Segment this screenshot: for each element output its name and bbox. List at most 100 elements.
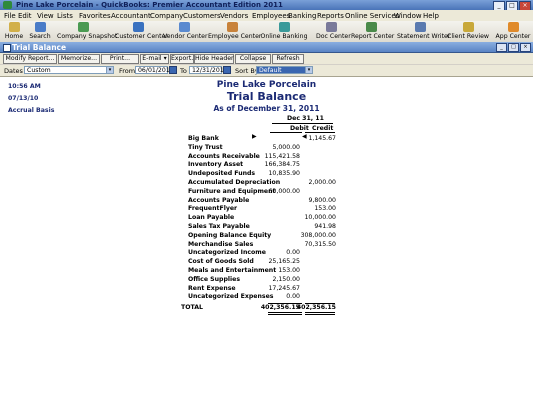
report-minimize-button[interactable]: _ bbox=[496, 43, 507, 52]
report-icon bbox=[3, 44, 11, 52]
menu-window[interactable]: Window bbox=[394, 12, 422, 20]
menu-reports[interactable]: Reports bbox=[317, 12, 344, 20]
report-button-6[interactable]: Collapse bbox=[235, 54, 271, 64]
toolbar-label: Search bbox=[29, 33, 51, 40]
menu-favorites[interactable]: Favorites bbox=[79, 12, 111, 20]
menu-company[interactable]: Company bbox=[150, 12, 183, 20]
toolbar-label: Client Review bbox=[447, 33, 489, 40]
company-name: Pine Lake Porcelain bbox=[216, 80, 317, 90]
to-calendar-icon[interactable] bbox=[223, 66, 231, 74]
report-close-button[interactable]: × bbox=[520, 43, 531, 52]
toolbar-home-button[interactable]: Home bbox=[4, 22, 24, 40]
toolbar-label: Doc Center bbox=[316, 33, 351, 40]
menu-customers[interactable]: Customers bbox=[183, 12, 221, 20]
toolbar-app-center-button[interactable]: App Center bbox=[495, 22, 531, 40]
toolbar-label: Vendor Center bbox=[163, 33, 208, 40]
report-window-titlebar: Trial Balance _ □ × bbox=[0, 42, 533, 53]
report-icon bbox=[365, 22, 377, 32]
account-name: Rent Expense bbox=[188, 284, 236, 292]
account-name: Inventory Asset bbox=[188, 161, 244, 169]
icon-toolbar: Home Search Company Snapshot Customer Cente… bbox=[0, 21, 533, 43]
menu-employees[interactable]: Employees bbox=[252, 12, 290, 20]
menu-edit[interactable]: Edit bbox=[18, 12, 32, 20]
to-date-field[interactable]: 12/31/2011 bbox=[189, 66, 228, 74]
menu-help[interactable]: Help bbox=[423, 12, 439, 20]
report-button-bar: Modify Report... Memorize... Print... E-mai… bbox=[0, 53, 533, 64]
menu-view[interactable]: View bbox=[37, 12, 54, 20]
credit-header: Credit bbox=[312, 125, 334, 132]
sort-dropdown-icon[interactable]: ▾ bbox=[305, 66, 313, 74]
from-calendar-icon[interactable] bbox=[169, 66, 177, 74]
report-button-2[interactable]: Print... bbox=[101, 54, 139, 64]
report-button-5[interactable]: Hide Header bbox=[194, 54, 234, 64]
debit-value: 153.00 bbox=[278, 267, 300, 274]
report-button-0[interactable]: Modify Report... bbox=[3, 54, 57, 64]
quickbooks-icon bbox=[3, 1, 12, 9]
account-name: Big Bank bbox=[188, 135, 219, 142]
to-label: To bbox=[180, 67, 187, 75]
toolbar-search-button[interactable]: Search bbox=[28, 22, 52, 40]
report-button-1[interactable]: Memorize... bbox=[58, 54, 100, 64]
report-maximize-button[interactable]: □ bbox=[508, 43, 519, 52]
customer-icon bbox=[132, 22, 144, 32]
review-icon bbox=[462, 22, 474, 32]
toolbar-label: Company Snapshot bbox=[57, 33, 118, 40]
credit-value: 153.00 bbox=[314, 205, 336, 213]
debit-value: 166,384.75 bbox=[264, 161, 300, 169]
toolbar-label: Online Banking bbox=[260, 33, 308, 40]
from-date-field[interactable]: 06/01/2010 bbox=[135, 66, 174, 74]
dates-dropdown-icon[interactable]: ▾ bbox=[106, 66, 114, 74]
account-name: Cost of Goods Sold bbox=[188, 258, 254, 266]
credit-value: 941.98 bbox=[314, 223, 336, 230]
column-resize-left-arrow-icon[interactable]: ◀ bbox=[302, 133, 307, 140]
credit-value: 70,315.50 bbox=[304, 240, 337, 248]
toolbar-statement-writer-button[interactable]: Statement Writer bbox=[397, 22, 451, 40]
account-name: Sales Tax Payable bbox=[188, 223, 250, 230]
debit-value: 115,421.58 bbox=[264, 152, 300, 160]
period-header: Dec 31, 11 bbox=[287, 115, 324, 122]
toolbar-label: Statement Writer bbox=[397, 33, 451, 40]
account-name: Loan Payable bbox=[188, 214, 235, 222]
debit-value: 0.00 bbox=[286, 293, 300, 301]
account-name: Merchandise Sales bbox=[188, 240, 254, 248]
toolbar-employee-center-button[interactable]: Employee Center bbox=[208, 22, 261, 40]
column-resize-right-arrow-icon[interactable]: ▶ bbox=[252, 133, 257, 140]
debit-value: 5,000.00 bbox=[272, 143, 300, 151]
toolbar-online-banking-button[interactable]: Online Banking bbox=[260, 22, 308, 40]
toolbar-company-snapshot-button[interactable]: Company Snapshot bbox=[57, 22, 118, 40]
toolbar-doc-center-button[interactable]: Doc Center bbox=[316, 22, 351, 40]
report-button-3[interactable]: E-mail ▾ bbox=[140, 54, 169, 64]
credit-value: 308,000.00 bbox=[300, 231, 336, 239]
menu-banking[interactable]: Banking bbox=[288, 12, 316, 20]
window-title: Pine Lake Porcelain - QuickBooks: Premie… bbox=[16, 1, 283, 9]
report-body: 10:56 AM 07/13/10 Accrual Basis Pine Lak… bbox=[0, 77, 533, 400]
window-titlebar: Pine Lake Porcelain - QuickBooks: Premie… bbox=[0, 0, 533, 11]
debit-value: 25,165.25 bbox=[268, 258, 301, 266]
dates-select[interactable]: Custom bbox=[24, 66, 114, 74]
account-name: Opening Balance Equity bbox=[188, 231, 272, 239]
toolbar-report-center-button[interactable]: Report Center bbox=[351, 22, 394, 40]
vendor-icon bbox=[179, 22, 190, 32]
menu-vendors[interactable]: Vendors bbox=[220, 12, 248, 20]
employee-icon bbox=[226, 22, 238, 32]
report-button-4[interactable]: Export... bbox=[170, 54, 197, 64]
account-name: Undeposited Funds bbox=[188, 170, 256, 178]
debit-value: 17,245.67 bbox=[268, 284, 301, 292]
toolbar-client-review-button[interactable]: Client Review bbox=[446, 22, 490, 40]
report-subtitle: As of December 31, 2011 bbox=[213, 104, 320, 113]
menu-file[interactable]: File bbox=[4, 12, 16, 20]
account-name: Meals and Entertainment bbox=[188, 267, 277, 274]
report-button-7[interactable]: Refresh bbox=[272, 54, 304, 64]
menu-lists[interactable]: Lists bbox=[57, 12, 73, 20]
toolbar-vendor-center-button[interactable]: Vendor Center bbox=[163, 22, 208, 40]
search-icon bbox=[34, 22, 46, 32]
total-label: TOTAL bbox=[181, 304, 203, 312]
credit-value: 2,000.00 bbox=[308, 179, 336, 186]
filter-bar: Dates Custom ▾ From 06/01/2010 To 12/31/… bbox=[0, 65, 533, 77]
menu-accountant[interactable]: Accountant bbox=[111, 12, 151, 20]
account-name: Tiny Trust bbox=[188, 143, 223, 151]
account-name: Uncategorized Expenses bbox=[188, 293, 274, 301]
menu-online-services[interactable]: Online Services bbox=[345, 12, 399, 20]
debit-value: 0.00 bbox=[286, 249, 300, 257]
toolbar-customer-center-button[interactable]: Customer Center bbox=[115, 22, 168, 40]
